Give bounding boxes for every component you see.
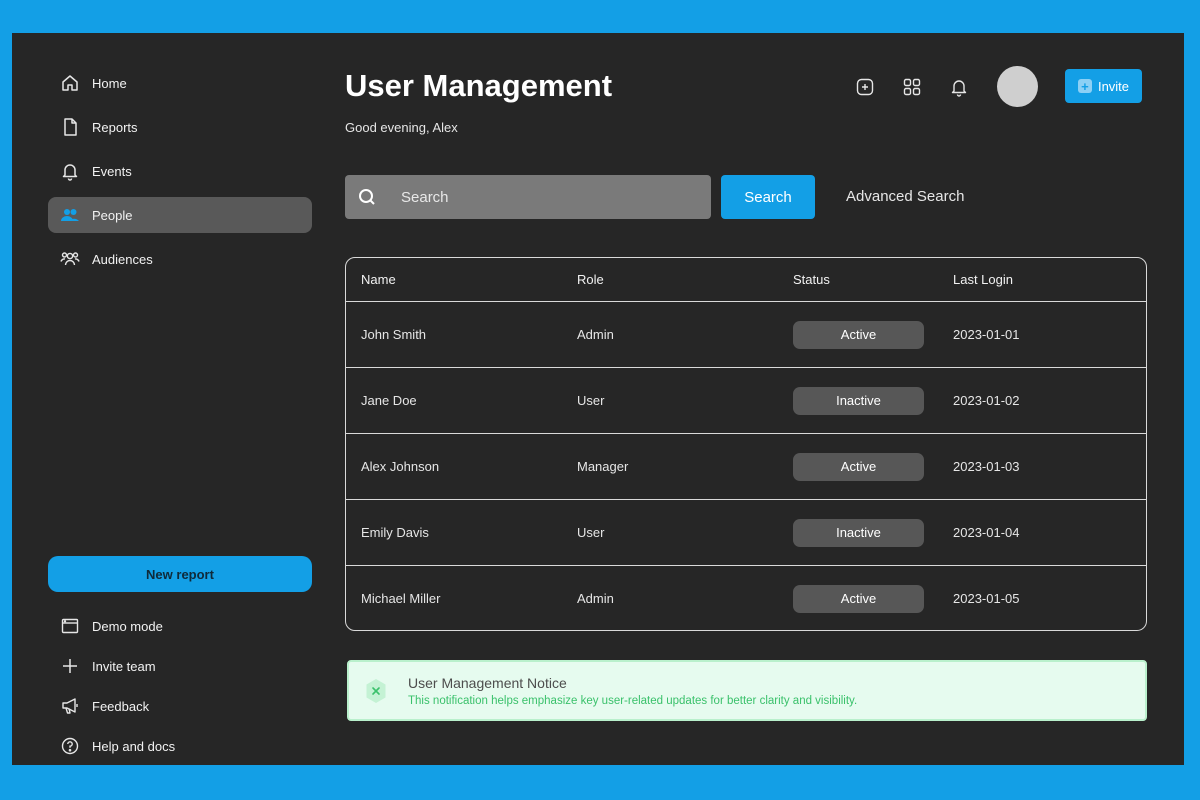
sidebar-item-audiences[interactable]: Audiences — [48, 241, 312, 277]
invite-button[interactable]: + Invite — [1065, 69, 1142, 103]
status-badge: Inactive — [793, 386, 924, 415]
user-role: User — [577, 393, 605, 408]
greeting: Good evening, Alex — [345, 120, 458, 135]
invite-label: Invite — [1097, 78, 1130, 94]
audiences-icon — [60, 249, 80, 269]
app-window: Home Reports Events People Audiences New… — [12, 33, 1184, 765]
last-login: 2023-01-01 — [953, 327, 1020, 342]
bell-icon — [60, 161, 80, 181]
last-login: 2023-01-02 — [953, 393, 1020, 408]
table-header: Name Role Status Last Login — [346, 258, 1146, 301]
window-icon — [60, 616, 80, 636]
search-button[interactable]: Search — [721, 175, 815, 219]
notice-title: User Management Notice — [408, 675, 567, 691]
user-role: Manager — [577, 459, 629, 474]
sidebar-item-label: Demo mode — [92, 618, 163, 634]
column-header-role[interactable]: Role — [577, 272, 604, 287]
sidebar-item-label: Reports — [92, 119, 138, 135]
status-badge: Active — [793, 584, 924, 613]
megaphone-icon — [60, 696, 80, 716]
user-role: Admin — [577, 327, 614, 342]
sidebar-item-help[interactable]: Help and docs — [48, 728, 312, 764]
home-icon — [60, 73, 80, 93]
sidebar-item-label: Feedback — [92, 698, 150, 714]
user-management-notice: User Management Notice This notification… — [347, 660, 1147, 721]
people-icon — [60, 205, 80, 225]
sidebar-item-label: Invite team — [92, 658, 156, 674]
table-row[interactable]: John Smith Admin Active 2023-01-01 — [346, 301, 1146, 367]
sidebar-item-home[interactable]: Home — [48, 65, 312, 101]
column-header-name[interactable]: Name — [361, 272, 396, 287]
user-role: Admin — [577, 591, 614, 606]
table-row[interactable]: Jane Doe User Inactive 2023-01-02 — [346, 367, 1146, 433]
search-box — [345, 175, 711, 219]
search-icon — [357, 187, 377, 207]
search-input[interactable] — [401, 188, 711, 206]
user-role: User — [577, 525, 605, 540]
column-header-last-login[interactable]: Last Login — [953, 272, 1013, 287]
avatar[interactable] — [997, 66, 1038, 107]
sidebar-item-demo-mode[interactable]: Demo mode — [48, 608, 312, 644]
advanced-search-link[interactable]: Advanced Search — [846, 188, 964, 205]
user-name: Jane Doe — [361, 393, 417, 408]
user-name: John Smith — [361, 327, 427, 342]
column-header-status[interactable]: Status — [793, 272, 830, 287]
sidebar-item-people[interactable]: People — [48, 197, 312, 233]
page-title: User Management — [345, 68, 613, 103]
user-name: Emily Davis — [361, 525, 429, 540]
notice-text: This notification helps emphasize key us… — [408, 695, 858, 707]
table-row[interactable]: Michael Miller Admin Active 2023-01-05 — [346, 565, 1146, 630]
document-icon — [60, 117, 80, 137]
user-name: Michael Miller — [361, 591, 441, 606]
status-badge: Inactive — [793, 518, 924, 547]
sidebar-item-label: Audiences — [92, 251, 153, 267]
new-report-button[interactable]: New report — [48, 556, 312, 592]
sidebar-item-events[interactable]: Events — [48, 153, 312, 189]
help-icon — [60, 736, 80, 756]
notifications-bell-icon[interactable] — [947, 75, 971, 99]
grid-icon[interactable] — [900, 75, 924, 99]
sidebar-item-label: Events — [92, 163, 132, 179]
table-row[interactable]: Emily Davis User Inactive 2023-01-04 — [346, 499, 1146, 565]
status-badge: Active — [793, 452, 924, 481]
sidebar-item-label: Help and docs — [92, 738, 176, 754]
sidebar-item-reports[interactable]: Reports — [48, 109, 312, 145]
sidebar-item-feedback[interactable]: Feedback — [48, 688, 312, 724]
sidebar: Home Reports Events People Audiences New… — [48, 65, 312, 755]
last-login: 2023-01-03 — [953, 459, 1020, 474]
add-square-icon[interactable] — [853, 75, 877, 99]
sidebar-item-invite-team[interactable]: Invite team — [48, 648, 312, 684]
sidebar-item-label: People — [92, 207, 133, 223]
status-badge: Active — [793, 320, 924, 349]
sidebar-item-label: Home — [92, 75, 127, 91]
user-name: Alex Johnson — [361, 459, 440, 474]
last-login: 2023-01-05 — [953, 591, 1020, 606]
plus-icon — [60, 656, 80, 676]
plus-icon: + — [1077, 79, 1092, 93]
last-login: 2023-01-04 — [953, 525, 1020, 540]
users-table: Name Role Status Last Login John Smith A… — [345, 257, 1147, 631]
shield-icon — [365, 678, 387, 704]
table-row[interactable]: Alex Johnson Manager Active 2023-01-03 — [346, 433, 1146, 499]
